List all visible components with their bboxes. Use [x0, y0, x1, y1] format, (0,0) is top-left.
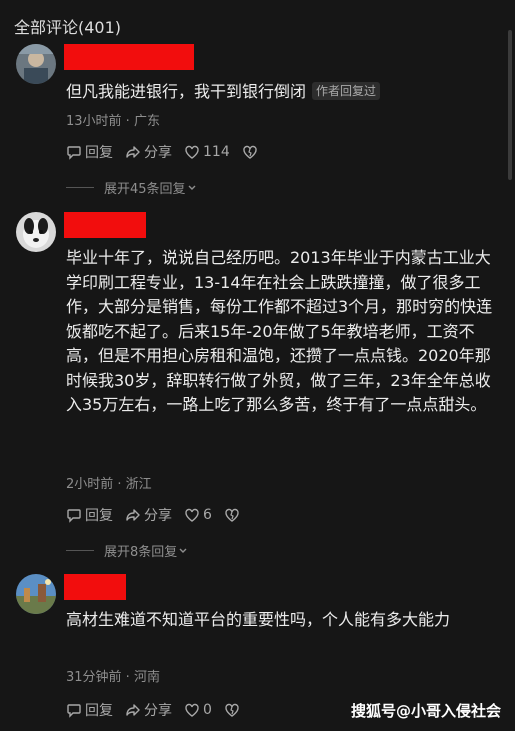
reply-icon [67, 146, 81, 160]
scrollbar[interactable] [508, 30, 512, 180]
comment-body: 高材生难道不知道平台的重要性吗，个人能有多大能力 [66, 610, 451, 629]
like-button[interactable]: 114 [184, 144, 230, 160]
dislike-button[interactable] [224, 507, 243, 523]
comment-text: 毕业十年了，说说自己经历吧。2013年毕业于内蒙古工业大学印刷工程专业，13-1… [66, 246, 506, 418]
expand-replies-label: 展开8条回复 [104, 545, 178, 560]
share-icon [126, 509, 140, 521]
expand-replies-button[interactable]: 展开45条回复 [66, 178, 198, 197]
heart-icon [185, 145, 199, 159]
divider [66, 187, 94, 188]
avatar[interactable] [16, 574, 56, 614]
avatar[interactable] [16, 44, 56, 84]
reply-icon [67, 704, 81, 718]
comment-actions: 回复 分享 0 [66, 700, 255, 720]
share-icon [126, 704, 140, 716]
reply-button[interactable]: 回复 [66, 505, 113, 525]
dislike-icon [243, 145, 257, 159]
share-button[interactable]: 分享 [125, 505, 172, 525]
reply-button[interactable]: 回复 [66, 142, 113, 162]
dislike-button[interactable] [242, 144, 261, 160]
like-count: 0 [203, 702, 212, 718]
comments-screen: 全部评论(401) 但凡我能进银行，我干到银行倒闭 作者回复过 13小时前 · 广… [0, 0, 515, 731]
like-count: 114 [203, 144, 230, 160]
reply-label: 回复 [85, 508, 113, 524]
comment-actions: 回复 分享 114 [66, 142, 273, 162]
divider [66, 550, 94, 551]
redacted-username[interactable] [64, 212, 146, 238]
avatar[interactable] [16, 212, 56, 252]
comment-meta: 2小时前 · 浙江 [66, 477, 152, 492]
share-icon [126, 146, 140, 158]
share-label: 分享 [144, 508, 172, 524]
expand-replies-label: 展开45条回复 [104, 182, 186, 197]
comment-actions: 回复 分享 6 [66, 505, 255, 525]
watermark: 搜狐号@小哥入侵社会 [350, 702, 501, 720]
redacted-username[interactable] [64, 574, 126, 600]
reply-label: 回复 [85, 145, 113, 161]
comment-body: 毕业十年了，说说自己经历吧。2013年毕业于内蒙古工业大学印刷工程专业，13-1… [66, 248, 493, 414]
like-button[interactable]: 0 [184, 702, 212, 718]
comment-body: 但凡我能进银行，我干到银行倒闭 [66, 82, 307, 101]
dislike-icon [225, 703, 239, 717]
chevron-down-icon [179, 548, 187, 553]
like-button[interactable]: 6 [184, 507, 212, 523]
share-button[interactable]: 分享 [125, 142, 172, 162]
comment-text: 但凡我能进银行，我干到银行倒闭 作者回复过 [66, 80, 506, 104]
expand-replies-button[interactable]: 展开8条回复 [66, 541, 189, 560]
reply-icon [67, 509, 81, 523]
share-button[interactable]: 分享 [125, 700, 172, 720]
comment-meta: 13小时前 · 广东 [66, 114, 160, 129]
heart-icon [185, 508, 199, 522]
reply-label: 回复 [85, 703, 113, 719]
dislike-button[interactable] [224, 702, 243, 718]
comment-meta: 31分钟前 · 河南 [66, 670, 160, 685]
share-label: 分享 [144, 703, 172, 719]
reply-button[interactable]: 回复 [66, 700, 113, 720]
share-label: 分享 [144, 145, 172, 161]
dislike-icon [225, 508, 239, 522]
redacted-username[interactable] [64, 44, 194, 70]
comments-header: 全部评论(401) [14, 18, 122, 37]
chevron-down-icon [188, 185, 196, 190]
heart-icon [185, 703, 199, 717]
comment-text: 高材生难道不知道平台的重要性吗，个人能有多大能力 [66, 608, 506, 632]
author-replied-badge: 作者回复过 [312, 82, 381, 100]
like-count: 6 [203, 507, 212, 523]
